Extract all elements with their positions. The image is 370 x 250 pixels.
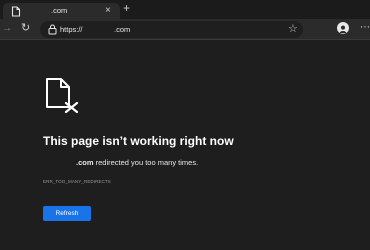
url-scheme: https:// xyxy=(60,25,83,34)
error-message-text: redirected you too many times. xyxy=(95,158,199,167)
new-tab-icon[interactable]: + xyxy=(123,2,130,15)
tab-title: .com xyxy=(51,6,68,15)
error-title: This page isn’t working right now xyxy=(43,134,234,148)
tab-strip: .com × + xyxy=(0,0,370,19)
reload-icon[interactable]: ↻ xyxy=(21,21,30,35)
error-message: .com redirected you too many times. xyxy=(43,158,198,167)
lock-icon[interactable] xyxy=(48,24,57,35)
profile-avatar-icon[interactable] xyxy=(337,22,349,34)
person-icon xyxy=(339,25,347,34)
broken-file-icon xyxy=(46,78,79,113)
close-tab-icon[interactable]: × xyxy=(105,4,111,17)
refresh-button[interactable]: Refresh xyxy=(43,206,91,221)
page-icon xyxy=(11,6,21,17)
menu-dots-icon[interactable]: ⋯ xyxy=(360,21,370,35)
back-arrow-icon[interactable]: → xyxy=(2,22,12,36)
browser-toolbar: → ↻ https:// .com ☆ ⋯ xyxy=(0,19,370,40)
error-host: .com xyxy=(76,158,94,167)
bookmark-star-icon[interactable]: ☆ xyxy=(288,22,298,36)
browser-tab[interactable]: .com × xyxy=(3,3,120,19)
address-bar[interactable]: https:// .com ☆ xyxy=(40,21,303,38)
url-host: .com xyxy=(114,25,131,34)
error-code: ERR_TOO_MANY_REDIRECTS xyxy=(43,179,111,184)
